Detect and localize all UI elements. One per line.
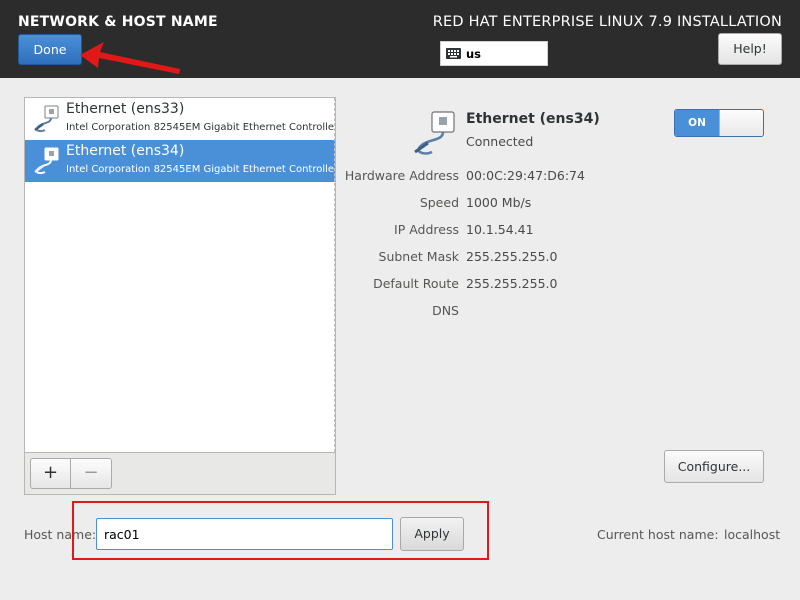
hardware-address-value: 00:0C:29:47:D6:74 <box>466 168 585 183</box>
dns-label: DNS <box>432 303 459 318</box>
device-list[interactable]: Ethernet (ens33) Intel Corporation 82545… <box>24 97 336 453</box>
device-name: Ethernet (ens34) <box>66 143 185 159</box>
device-name: Ethernet (ens33) <box>66 101 185 117</box>
ip-address-label: IP Address <box>394 222 459 237</box>
page-title: NETWORK & HOST NAME <box>18 14 218 30</box>
done-button[interactable]: Done <box>18 34 82 65</box>
speed-label: Speed <box>419 195 459 210</box>
current-host-name-value: localhost <box>724 527 781 542</box>
ethernet-cable-icon <box>414 111 455 155</box>
product-title: RED HAT ENTERPRISE LINUX 7.9 INSTALLATIO… <box>432 14 782 30</box>
annotation-highlight-box <box>72 501 489 560</box>
ip-address-value: 10.1.54.41 <box>466 222 534 237</box>
hardware-address-label: Hardware Address <box>344 168 459 183</box>
keyboard-layout-indicator[interactable]: us <box>440 41 548 66</box>
device-description: Intel Corporation 82545EM Gigabit Ethern… <box>66 164 335 175</box>
device-description: Intel Corporation 82545EM Gigabit Ethern… <box>66 122 335 133</box>
default-route-value: 255.255.255.0 <box>466 276 558 291</box>
ethernet-cable-icon <box>34 105 59 133</box>
device-detail-status: Connected <box>466 134 534 149</box>
speed-value: 1000 Mb/s <box>466 195 532 210</box>
current-host-name-label: Current host name: <box>597 527 719 542</box>
device-list-item[interactable]: Ethernet (ens33) Intel Corporation 82545… <box>25 98 335 140</box>
annotation-arrow <box>80 42 180 74</box>
device-list-toolbar: + − <box>24 453 336 495</box>
keyboard-layout-label: us <box>466 46 482 61</box>
device-detail-name: Ethernet (ens34) <box>466 111 600 127</box>
keyboard-icon <box>446 48 461 59</box>
subnet-mask-value: 255.255.255.0 <box>466 249 558 264</box>
default-route-label: Default Route <box>373 276 459 291</box>
subnet-mask-label: Subnet Mask <box>378 249 459 264</box>
ethernet-cable-icon <box>34 147 59 175</box>
list-edge <box>334 98 335 452</box>
add-device-button[interactable]: + <box>30 458 71 489</box>
toggle-on-label: ON <box>675 110 719 136</box>
toggle-knob <box>719 110 763 136</box>
configure-button[interactable]: Configure... <box>664 450 764 483</box>
connection-toggle[interactable]: ON <box>674 109 764 137</box>
device-list-item-selected[interactable]: Ethernet (ens34) Intel Corporation 82545… <box>25 140 335 182</box>
help-button[interactable]: Help! <box>718 33 782 65</box>
remove-device-button[interactable]: − <box>71 458 112 489</box>
